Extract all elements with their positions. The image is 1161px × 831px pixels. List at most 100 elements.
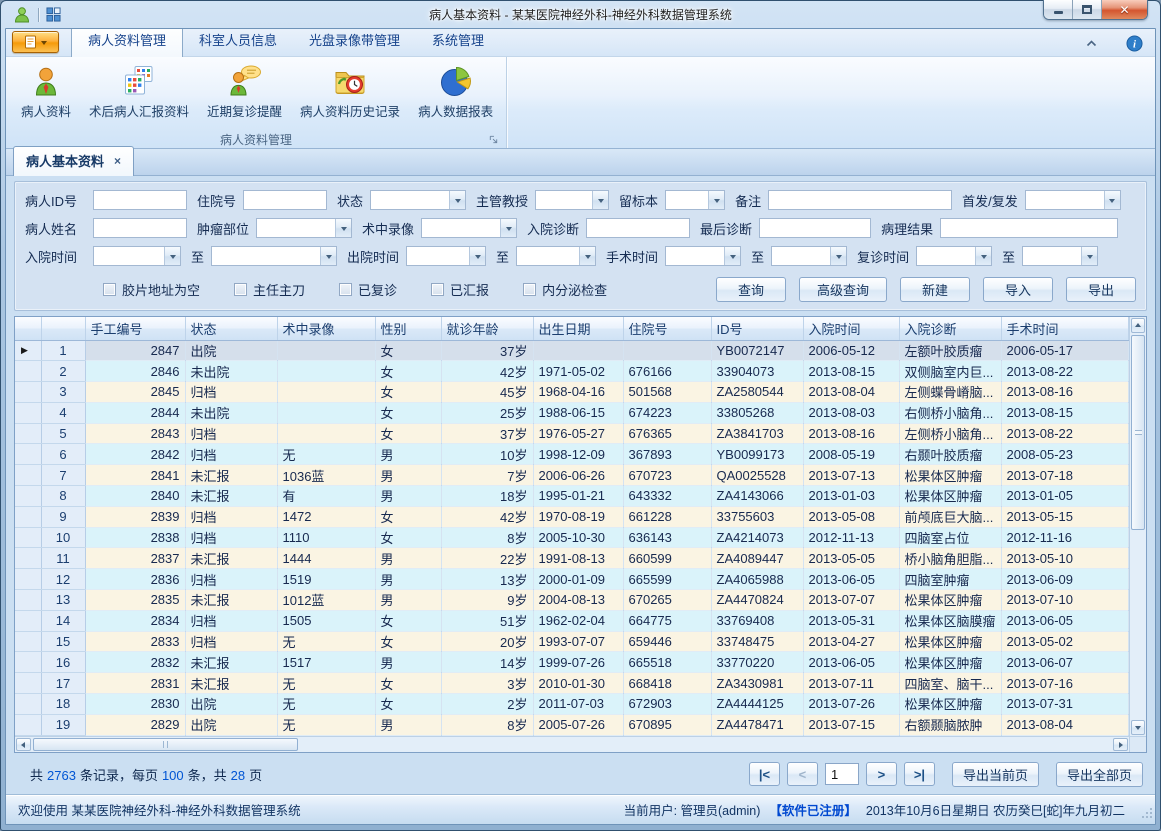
table-row[interactable]: 102838归档1110女8岁2005-10-30636143ZA4214073… [15,527,1129,548]
action-button-新建[interactable]: 新建 [900,277,970,302]
row-selector-cell[interactable] [15,465,41,486]
dropdown-arrow-icon[interactable] [320,247,336,265]
scroll-down-arrow-icon[interactable] [1131,720,1145,735]
dropdown-arrow-icon[interactable] [830,247,846,265]
app-logo-person-icon[interactable] [13,6,31,24]
dropdown-arrow-icon[interactable] [500,219,516,237]
dropdown-arrow-icon[interactable] [579,247,595,265]
row-selector-cell[interactable] [15,590,41,611]
last-page-button[interactable]: >| [904,762,935,786]
column-header-术中录像[interactable]: 术中录像 [277,317,375,340]
export-current-page-button[interactable]: 导出当前页 [952,762,1039,787]
prev-page-button[interactable]: < [787,762,818,786]
table-row[interactable]: 152833归档无女20岁1993-07-0765944633748475201… [15,631,1129,652]
row-selector-cell[interactable] [15,527,41,548]
dropdown-arrow-icon[interactable] [1081,247,1097,265]
row-selector-cell[interactable] [15,506,41,527]
row-selector-cell[interactable] [15,569,41,590]
checkbox-box-icon[interactable] [523,283,536,296]
dropdown-select[interactable] [771,246,847,266]
dropdown-select[interactable] [421,218,517,238]
ribbon-tab-4[interactable]: 系统管理 [416,28,500,56]
first-page-button[interactable]: |< [749,762,780,786]
dropdown-select[interactable] [370,190,466,210]
horizontal-scrollbar[interactable] [15,736,1129,752]
dropdown-select[interactable] [1022,246,1098,266]
dialog-launcher-icon[interactable] [487,133,500,146]
action-button-查询[interactable]: 查询 [716,277,786,302]
row-selector-arrow-icon[interactable]: ▶ [15,340,41,361]
dropdown-select[interactable] [256,218,352,238]
ribbon-tab-2[interactable]: 科室人员信息 [183,28,293,56]
column-header-ID号[interactable]: ID号 [711,317,803,340]
registered-link[interactable]: 【软件已注册】 [769,800,857,819]
dropdown-select[interactable] [535,190,609,210]
dropdown-select[interactable] [93,246,181,266]
checkbox-box-icon[interactable] [339,283,352,296]
row-selector-cell[interactable] [15,444,41,465]
column-header-入院时间[interactable]: 入院时间 [803,317,899,340]
table-row[interactable]: 72841未汇报1036蓝男7岁2006-06-26670723QA002552… [15,465,1129,486]
column-header-blank[interactable] [15,317,41,340]
action-button-导出[interactable]: 导出 [1066,277,1136,302]
table-row[interactable]: 192829出院无男8岁2005-07-26670895ZA4478471201… [15,714,1129,735]
table-row[interactable]: 52843归档女37岁1976-05-27676365ZA38417032013… [15,423,1129,444]
ribbon-button[interactable]: 病人资料历史记录 [291,60,409,131]
window-layout-icon[interactable] [46,7,61,22]
text-input[interactable] [93,218,187,238]
action-button-导入[interactable]: 导入 [983,277,1053,302]
table-row[interactable]: 92839归档1472女42岁1970-08-19661228337556032… [15,506,1129,527]
column-header-出生日期[interactable]: 出生日期 [533,317,623,340]
table-row[interactable]: 122836归档1519男13岁2000-01-09665599ZA406598… [15,569,1129,590]
column-header-手工编号[interactable]: 手工编号 [85,317,185,340]
dropdown-arrow-icon[interactable] [469,247,485,265]
row-selector-cell[interactable] [15,402,41,423]
checkbox-胶片地址为空[interactable]: 胶片地址为空 [103,280,200,299]
scroll-right-arrow-icon[interactable] [1113,738,1128,751]
checkbox-box-icon[interactable] [103,283,116,296]
scroll-left-arrow-icon[interactable] [16,738,31,751]
table-row[interactable]: 42844未出院女25岁1988-06-15674223338052682013… [15,402,1129,423]
dropdown-select[interactable] [516,246,596,266]
column-header-住院号[interactable]: 住院号 [623,317,711,340]
dropdown-arrow-icon[interactable] [975,247,991,265]
action-button-高级查询[interactable]: 高级查询 [799,277,887,302]
help-info-icon[interactable]: i [1126,35,1143,52]
ribbon-button[interactable]: 病人资料 [12,60,80,131]
column-header-状态[interactable]: 状态 [185,317,277,340]
maximize-button[interactable] [1073,0,1102,19]
text-input[interactable] [940,218,1118,238]
row-selector-cell[interactable] [15,610,41,631]
row-selector-cell[interactable] [15,673,41,694]
ribbon-button[interactable]: 病人数据报表 [409,60,502,131]
checkbox-box-icon[interactable] [234,283,247,296]
dropdown-arrow-icon[interactable] [335,219,351,237]
text-input[interactable] [93,190,187,210]
table-row[interactable]: 142834归档1505女51岁1962-02-0466477533769408… [15,610,1129,631]
dropdown-select[interactable] [665,190,725,210]
page-number-input[interactable] [825,763,859,785]
row-selector-cell[interactable] [15,631,41,652]
row-selector-cell[interactable] [15,714,41,735]
row-selector-cell[interactable] [15,694,41,715]
checkbox-box-icon[interactable] [431,283,444,296]
table-row[interactable]: 82840未汇报有男18岁1995-01-21643332ZA414306620… [15,486,1129,507]
row-selector-cell[interactable] [15,423,41,444]
ribbon-tab-1[interactable]: 病人资料管理 [71,28,183,57]
collapse-ribbon-chevron-icon[interactable] [1085,39,1098,48]
table-row[interactable]: 32845归档女45岁1968-04-16501568ZA25805442013… [15,382,1129,403]
dropdown-arrow-icon[interactable] [708,191,724,209]
dropdown-arrow-icon[interactable] [592,191,608,209]
table-row[interactable]: 162832未汇报1517男14岁1999-07-266655183377022… [15,652,1129,673]
dropdown-arrow-icon[interactable] [449,191,465,209]
row-selector-cell[interactable] [15,652,41,673]
dropdown-arrow-icon[interactable] [724,247,740,265]
table-row[interactable]: 182830出院无女2岁2011-07-03672903ZA4444125201… [15,694,1129,715]
ribbon-button[interactable]: 近期复诊提醒 [198,60,291,131]
column-header-手术时间[interactable]: 手术时间 [1001,317,1129,340]
column-header-就诊年龄[interactable]: 就诊年龄 [441,317,533,340]
table-row[interactable]: 172831未汇报无女3岁2010-01-30668418ZA343098120… [15,673,1129,694]
scroll-up-arrow-icon[interactable] [1131,318,1145,333]
dropdown-select[interactable] [1025,190,1121,210]
dropdown-select[interactable] [665,246,741,266]
